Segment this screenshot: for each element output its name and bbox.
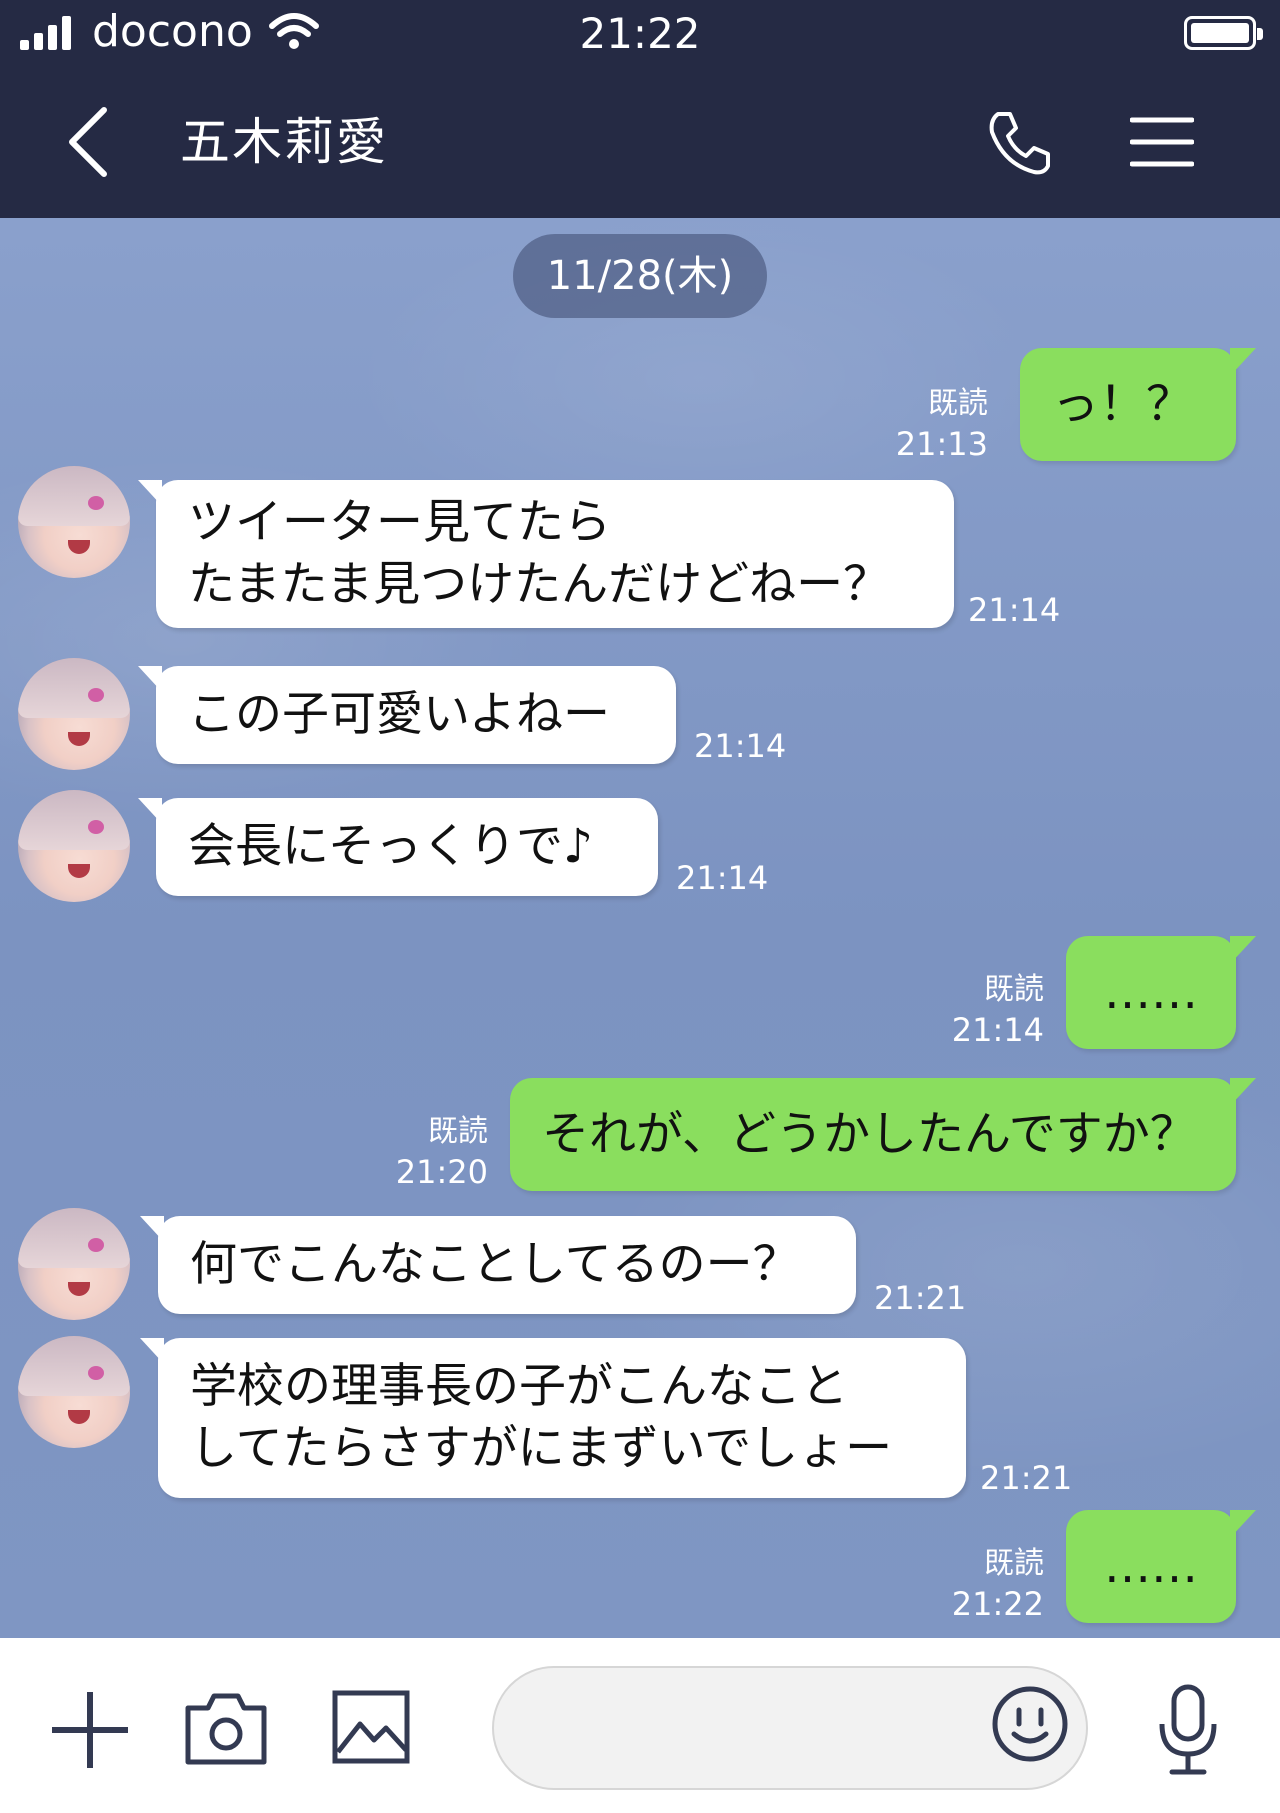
message-text: たまたま見つけたんだけどねー？ <box>188 557 891 612</box>
chevron-left-icon[interactable] <box>60 104 120 180</box>
camera-icon[interactable] <box>184 1690 268 1766</box>
read-receipt: 既読 <box>428 1114 488 1149</box>
contact-avatar[interactable] <box>18 466 130 578</box>
contact-name: 五木莉愛 <box>180 113 388 171</box>
received-message-bubble[interactable]: この子可愛いよねー <box>138 666 676 764</box>
message-text: ツイーター見てたら <box>188 495 611 550</box>
message-text: …… <box>1104 1538 1198 1594</box>
sent-message-bubble[interactable]: …… <box>1066 1510 1256 1623</box>
message-meta: 既読 21:22 <box>934 1544 1044 1624</box>
chat-message-list[interactable]: 11/28(木) 既読 21:13 っ！？ ツイーター見てたら たまたま見つけた… <box>0 218 1280 1638</box>
message-time: 21:21 <box>980 1459 1073 1497</box>
sent-message-bubble[interactable]: …… <box>1066 936 1256 1049</box>
received-message-bubble[interactable]: 何でこんなことしてるのー？ <box>140 1216 856 1314</box>
message-meta: 既読 21:14 <box>934 970 1044 1050</box>
read-receipt: 既読 <box>984 972 1044 1007</box>
message-text: っ！？ <box>1052 376 1193 432</box>
message-text: 会長にそっくりで♪ <box>188 819 594 874</box>
read-receipt: 既読 <box>984 1546 1044 1581</box>
microphone-icon[interactable] <box>1156 1684 1220 1776</box>
plus-icon[interactable] <box>50 1690 130 1770</box>
received-message-bubble[interactable]: 学校の理事長の子がこんなこと してたらさすがにまずいでしょー <box>140 1338 966 1498</box>
message-time: 21:14 <box>951 1011 1044 1049</box>
chat-header: 五木莉愛 <box>0 64 1280 218</box>
wifi-icon <box>269 13 319 49</box>
message-time: 21:21 <box>874 1279 967 1317</box>
message-meta: 既読 21:13 <box>880 384 988 464</box>
phone-icon[interactable] <box>984 106 1056 178</box>
sent-message-bubble[interactable]: っ！？ <box>1020 348 1256 461</box>
message-time: 21:14 <box>694 727 787 765</box>
message-time: 21:14 <box>676 859 769 897</box>
status-time: 21:22 <box>579 9 701 58</box>
message-time: 21:13 <box>895 425 988 463</box>
message-time: 21:14 <box>968 591 1061 629</box>
message-text: この子可愛いよねー <box>188 687 611 742</box>
message-text: …… <box>1104 964 1198 1020</box>
contact-avatar[interactable] <box>18 658 130 770</box>
date-separator: 11/28(木) <box>513 234 767 318</box>
hamburger-menu-icon[interactable] <box>1130 114 1194 170</box>
read-receipt: 既読 <box>928 386 988 421</box>
contact-avatar[interactable] <box>18 1208 130 1320</box>
message-text: それが、どうかしたんですか？ <box>542 1106 1197 1162</box>
battery-icon <box>1184 16 1263 50</box>
message-text: してたらさすがにまずいでしょー <box>190 1421 893 1476</box>
contact-avatar[interactable] <box>18 1336 130 1448</box>
signal-bars-icon <box>20 14 80 50</box>
message-text: 何でこんなことしてるのー？ <box>190 1237 800 1292</box>
message-time: 21:20 <box>395 1153 488 1191</box>
image-icon[interactable] <box>332 1690 410 1764</box>
status-bar: docono 21:22 <box>0 0 1280 64</box>
smiley-icon[interactable] <box>990 1684 1070 1764</box>
received-message-bubble[interactable]: ツイーター見てたら たまたま見つけたんだけどねー？ <box>138 480 954 628</box>
message-meta: 既読 21:20 <box>384 1112 488 1192</box>
received-message-bubble[interactable]: 会長にそっくりで♪ <box>138 798 658 896</box>
contact-avatar[interactable] <box>18 790 130 902</box>
message-input-bar <box>0 1638 1280 1813</box>
message-time: 21:22 <box>951 1585 1044 1623</box>
sent-message-bubble[interactable]: それが、どうかしたんですか？ <box>510 1078 1256 1191</box>
message-text: 学校の理事長の子がこんなこと <box>190 1359 848 1414</box>
carrier-name: docono <box>92 6 253 57</box>
